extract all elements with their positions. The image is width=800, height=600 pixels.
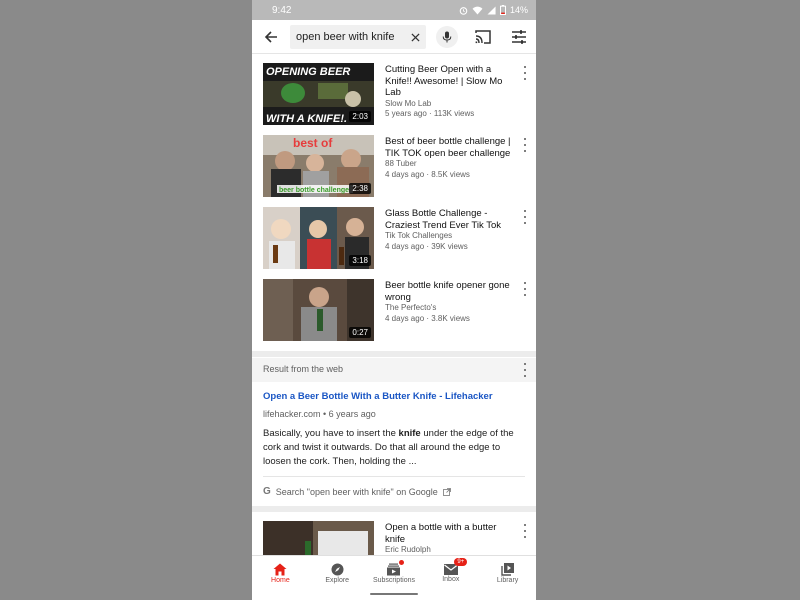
web-result-header-label: Result from the web <box>263 364 344 374</box>
cast-icon[interactable] <box>474 28 492 46</box>
battery-level: 14% <box>509 5 528 15</box>
filter-icon[interactable] <box>510 28 528 46</box>
google-search-label: Search "open beer with knife" on Google <box>275 486 438 497</box>
nav-label: Library <box>496 576 519 584</box>
video-channel: Slow Mo Lab <box>385 98 432 108</box>
alarm-icon <box>459 6 468 15</box>
status-bar: 9:42 14% <box>252 0 536 20</box>
video-thumbnail[interactable]: OPENING BEER WITH A KNIFE!. 2:03 <box>263 63 374 125</box>
thumb-text-bottom: beer bottle challenge <box>279 187 349 194</box>
video-result[interactable]: 0:27 Beer bottle knife opener gone wrong… <box>252 270 536 342</box>
web-result-divider <box>263 476 525 477</box>
web-result-link[interactable]: Open a Beer Bottle With a Butter Knife -… <box>263 391 493 402</box>
phone-screen: 9:42 14% open beer with knife OPENING BE… <box>252 0 536 600</box>
video-duration: 2:38 <box>349 183 371 194</box>
search-on-google-link[interactable]: G Search "open beer with knife" on Googl… <box>263 486 451 497</box>
video-title[interactable]: Beer bottle knife opener gone wrong <box>385 280 513 303</box>
external-link-icon <box>442 487 451 496</box>
video-channel: Tik Tok Challenges <box>385 231 453 240</box>
microphone-icon <box>442 31 452 43</box>
video-duration: 0:27 <box>349 327 371 338</box>
battery-icon <box>499 5 506 15</box>
video-title[interactable]: Cutting Beer Open with a Knife!! Awesome… <box>385 64 513 99</box>
clear-search-button[interactable] <box>408 30 422 44</box>
home-icon <box>273 563 287 575</box>
signal-icon <box>487 5 496 15</box>
nav-home[interactable]: Home <box>252 556 309 590</box>
web-result-snippet: Basically, you have to insert the knife … <box>263 428 514 467</box>
video-duration: 2:03 <box>349 111 371 122</box>
video-info[interactable]: Best of beer bottle challenge | TIK TOK … <box>385 136 513 180</box>
library-icon <box>501 562 515 576</box>
status-time: 9:42 <box>272 4 292 16</box>
more-options-button[interactable] <box>522 66 528 80</box>
video-info[interactable]: Glass Bottle Challenge - Craziest Trend … <box>385 208 513 252</box>
search-results: OPENING BEER WITH A KNIFE!. 2:03 Cutting… <box>252 54 536 342</box>
section-divider <box>252 351 536 357</box>
video-title[interactable]: Open a bottle with a butter knife <box>385 522 513 545</box>
video-meta: 5 years ago · 113K views <box>385 109 475 118</box>
video-thumbnail[interactable]: 3:18 <box>263 207 374 269</box>
video-channel: 88 Tuber <box>385 159 417 168</box>
back-button[interactable] <box>258 24 284 50</box>
thumb-text-bottom: WITH A KNIFE!. <box>266 113 347 125</box>
arrow-left-icon <box>264 30 277 43</box>
more-options-button[interactable] <box>522 282 528 296</box>
video-title[interactable]: Glass Bottle Challenge - Craziest Trend … <box>385 208 513 231</box>
video-channel: The Perfecto's <box>385 303 437 312</box>
nav-subscriptions[interactable]: Subscriptions <box>366 556 423 590</box>
video-result[interactable]: best of beer bottle challenge 2:38 Best … <box>252 126 536 198</box>
video-info[interactable]: Beer bottle knife opener gone wrong The … <box>385 280 513 324</box>
search-input[interactable] <box>296 31 396 43</box>
video-meta: 4 days ago · 39K views <box>385 241 468 251</box>
bottom-navigation: Home Explore Subscriptions 9+ Inbox Libr… <box>252 555 536 590</box>
more-options-button[interactable] <box>522 524 528 538</box>
web-result-header: Result from the web <box>252 358 536 382</box>
video-meta: 4 days ago · 3.8K views <box>385 313 470 323</box>
video-thumbnail[interactable]: best of beer bottle challenge 2:38 <box>263 135 374 197</box>
video-info[interactable]: Open a bottle with a butter knife Eric R… <box>385 522 513 556</box>
more-options-button[interactable] <box>522 138 528 152</box>
new-content-indicator <box>398 560 404 565</box>
video-duration: 3:18 <box>349 255 371 266</box>
thumb-text-top: best of <box>293 136 333 150</box>
google-g-icon: G <box>263 486 271 497</box>
video-result[interactable]: OPENING BEER WITH A KNIFE!. 2:03 Cutting… <box>252 54 536 126</box>
video-channel: Eric Rudolph <box>385 545 431 554</box>
inbox-badge: 9+ <box>454 558 468 566</box>
video-info[interactable]: Cutting Beer Open with a Knife!! Awesome… <box>385 64 513 120</box>
search-box[interactable] <box>290 25 426 49</box>
more-options-button[interactable] <box>522 363 528 377</box>
thumb-text-top: OPENING BEER <box>266 66 350 78</box>
home-gesture-bar[interactable] <box>370 593 418 595</box>
nav-inbox[interactable]: 9+ Inbox <box>422 556 479 590</box>
nav-explore[interactable]: Explore <box>309 556 366 590</box>
video-meta: 4 days ago · 8.5K views <box>385 169 470 179</box>
nav-label: Home <box>271 576 290 584</box>
subscriptions-icon <box>387 563 401 575</box>
nav-label: Explore <box>325 576 350 584</box>
video-result[interactable]: 3:18 Glass Bottle Challenge - Craziest T… <box>252 198 536 270</box>
web-result-source: lifehacker.com • 6 years ago <box>263 409 376 419</box>
nav-label: Subscriptions <box>372 576 415 584</box>
compass-icon <box>331 563 344 575</box>
video-thumbnail[interactable]: 0:27 <box>263 279 374 341</box>
video-title[interactable]: Best of beer bottle challenge | TIK TOK … <box>385 136 513 159</box>
voice-search-button[interactable] <box>436 26 458 48</box>
wifi-icon <box>472 6 483 15</box>
nav-library[interactable]: Library <box>479 556 536 590</box>
nav-label: Inbox <box>442 575 460 583</box>
more-options-button[interactable] <box>522 210 528 224</box>
search-toolbar <box>252 20 536 54</box>
close-icon <box>410 32 420 42</box>
